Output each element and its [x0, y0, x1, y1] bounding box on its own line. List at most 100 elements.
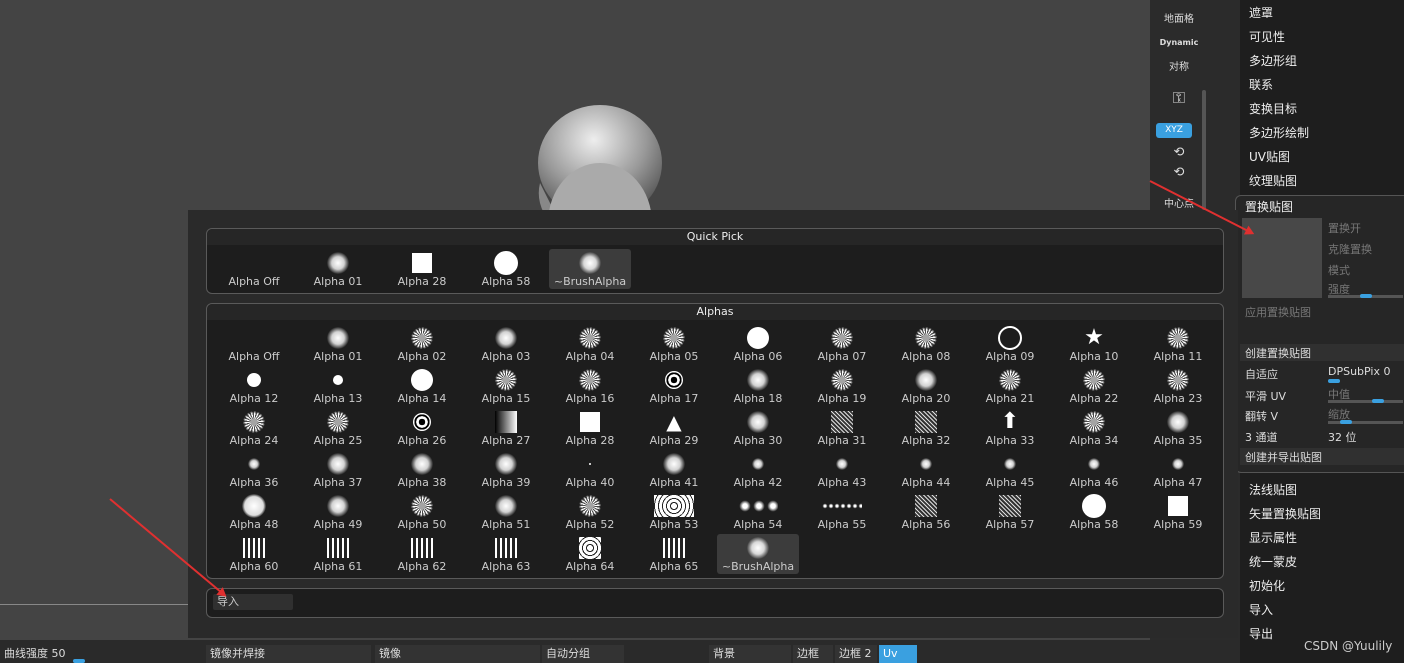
- alpha-item[interactable]: Alpha 25: [297, 408, 379, 448]
- mid-value-slider[interactable]: [1328, 400, 1403, 403]
- alpha-item[interactable]: Alpha 50: [381, 492, 463, 532]
- alpha-item[interactable]: Alpha 42: [717, 450, 799, 490]
- alpha-item[interactable]: Alpha 36: [213, 450, 295, 490]
- alpha-item[interactable]: ~BrushAlpha: [549, 249, 631, 289]
- alpha-item[interactable]: Alpha 01: [297, 324, 379, 364]
- alpha-item[interactable]: Alpha 65: [633, 534, 715, 574]
- alpha-item[interactable]: Alpha 47: [1137, 450, 1219, 490]
- alpha-item[interactable]: Alpha 24: [213, 408, 295, 448]
- alpha-item[interactable]: Alpha 49: [297, 492, 379, 532]
- alpha-item[interactable]: Alpha 19: [801, 366, 883, 406]
- mirror-weld-button[interactable]: 镜像并焊接: [206, 645, 371, 663]
- alpha-item[interactable]: Alpha 15: [465, 366, 547, 406]
- alpha-item[interactable]: Alpha 01: [297, 249, 379, 289]
- uv-button[interactable]: Uv: [879, 645, 917, 663]
- alpha-item[interactable]: Alpha 28: [549, 408, 631, 448]
- alpha-item[interactable]: Alpha 48: [213, 492, 295, 532]
- alpha-item[interactable]: Alpha 38: [381, 450, 463, 490]
- rotate-y-icon[interactable]: ⟲: [1155, 145, 1203, 160]
- three-channel-button[interactable]: 3 通道: [1245, 429, 1278, 445]
- alpha-item[interactable]: Alpha 23: [1137, 366, 1219, 406]
- tool-menu-item[interactable]: 导出: [1249, 624, 1273, 644]
- alpha-item[interactable]: Alpha 18: [717, 366, 799, 406]
- xyz-symmetry-button[interactable]: XYZ: [1156, 123, 1192, 138]
- border-button[interactable]: 边框: [793, 645, 833, 663]
- alpha-item[interactable]: Alpha 22: [1053, 366, 1135, 406]
- mid-value-slider-knob[interactable]: [1372, 399, 1384, 403]
- alpha-item[interactable]: Alpha 21: [969, 366, 1051, 406]
- tool-menu-item[interactable]: UV贴图: [1249, 147, 1290, 167]
- alpha-item[interactable]: Alpha 28: [381, 249, 463, 289]
- intensity-slider-knob[interactable]: [1360, 294, 1372, 298]
- symmetry-button[interactable]: 对称: [1155, 58, 1203, 73]
- alpha-item[interactable]: Alpha 32: [885, 408, 967, 448]
- create-export-button[interactable]: 创建并导出贴图: [1245, 449, 1322, 465]
- tool-menu-item[interactable]: 初始化: [1249, 576, 1285, 596]
- alpha-item[interactable]: Alpha 45: [969, 450, 1051, 490]
- alpha-item[interactable]: Alpha 07: [801, 324, 883, 364]
- alpha-item[interactable]: Alpha 04: [549, 324, 631, 364]
- alpha-item[interactable]: Alpha 11: [1137, 324, 1219, 364]
- displacement-on-button[interactable]: 置换开: [1328, 220, 1361, 236]
- alpha-item[interactable]: Alpha 03: [465, 324, 547, 364]
- create-displacement-button[interactable]: 创建置换贴图: [1245, 345, 1311, 361]
- smooth-uv-button[interactable]: 平滑 UV: [1245, 388, 1286, 404]
- clone-displacement-button[interactable]: 克隆置换: [1328, 241, 1372, 257]
- alpha-item[interactable]: Alpha 57: [969, 492, 1051, 532]
- alpha-item[interactable]: Alpha 37: [297, 450, 379, 490]
- alpha-item[interactable]: Alpha 63: [465, 534, 547, 574]
- alpha-item[interactable]: Alpha 62: [381, 534, 463, 574]
- lock-camera-icon[interactable]: ⚿: [1155, 88, 1203, 108]
- dpsubpix-slider-knob[interactable]: [1328, 379, 1340, 383]
- alpha-item[interactable]: Alpha 16: [549, 366, 631, 406]
- scale-slider-knob[interactable]: [1340, 420, 1352, 424]
- alpha-item[interactable]: Alpha 40: [549, 450, 631, 490]
- alpha-item[interactable]: Alpha 31: [801, 408, 883, 448]
- alpha-item[interactable]: Alpha 54: [717, 492, 799, 532]
- alpha-item[interactable]: Alpha 58: [465, 249, 547, 289]
- alpha-item[interactable]: Alpha 53: [633, 492, 715, 532]
- tool-menu-item[interactable]: 纹理贴图: [1249, 171, 1297, 191]
- alpha-item[interactable]: Alpha 02: [381, 324, 463, 364]
- tool-menu-item[interactable]: 变换目标: [1249, 99, 1297, 119]
- rotate-z-icon[interactable]: ⟲: [1155, 165, 1203, 180]
- alpha-item[interactable]: Alpha Off: [213, 324, 295, 364]
- curve-strength-knob[interactable]: [73, 659, 85, 663]
- tool-menu-item[interactable]: 矢量置换贴图: [1249, 504, 1321, 524]
- tool-menu-item[interactable]: 可见性: [1249, 27, 1285, 47]
- alpha-item[interactable]: ⬆ Alpha 33: [969, 408, 1051, 448]
- tool-menu-item[interactable]: 法线贴图: [1249, 480, 1297, 500]
- border2-button[interactable]: 边框 2: [835, 645, 877, 663]
- alpha-item[interactable]: Alpha 56: [885, 492, 967, 532]
- alpha-item[interactable]: Alpha Off: [213, 249, 295, 289]
- flip-v-button[interactable]: 翻转 V: [1245, 408, 1278, 424]
- alpha-item[interactable]: Alpha 20: [885, 366, 967, 406]
- mode-button[interactable]: 模式: [1328, 262, 1350, 278]
- create-displacement-row[interactable]: 创建置换贴图: [1240, 344, 1404, 361]
- alpha-item[interactable]: Alpha 26: [381, 408, 463, 448]
- alpha-item[interactable]: Alpha 30: [717, 408, 799, 448]
- background-button[interactable]: 背景: [709, 645, 791, 663]
- tool-menu-item[interactable]: 统一蒙皮: [1249, 552, 1297, 572]
- alpha-item[interactable]: Alpha 41: [633, 450, 715, 490]
- alpha-item[interactable]: Alpha 55: [801, 492, 883, 532]
- alpha-item[interactable]: Alpha 52: [549, 492, 631, 532]
- alpha-item[interactable]: Alpha 08: [885, 324, 967, 364]
- displacement-title[interactable]: 置换贴图: [1245, 198, 1293, 215]
- adaptive-button[interactable]: 自适应: [1245, 366, 1278, 382]
- alpha-item[interactable]: Alpha 59: [1137, 492, 1219, 532]
- alpha-item[interactable]: Alpha 14: [381, 366, 463, 406]
- tool-menu-item[interactable]: 导入: [1249, 600, 1273, 620]
- alpha-item[interactable]: Alpha 13: [297, 366, 379, 406]
- alpha-item[interactable]: Alpha 09: [969, 324, 1051, 364]
- alpha-item[interactable]: Alpha 46: [1053, 450, 1135, 490]
- alpha-item[interactable]: ~BrushAlpha: [717, 534, 799, 574]
- tool-menu-item[interactable]: 多边形绘制: [1249, 123, 1309, 143]
- alpha-item[interactable]: ★ Alpha 10: [1053, 324, 1135, 364]
- alpha-item[interactable]: Alpha 17: [633, 366, 715, 406]
- mirror-button[interactable]: 镜像: [375, 645, 540, 663]
- alpha-item[interactable]: Alpha 05: [633, 324, 715, 364]
- alpha-item[interactable]: Alpha 12: [213, 366, 295, 406]
- alpha-item[interactable]: Alpha 64: [549, 534, 631, 574]
- alpha-item[interactable]: Alpha 60: [213, 534, 295, 574]
